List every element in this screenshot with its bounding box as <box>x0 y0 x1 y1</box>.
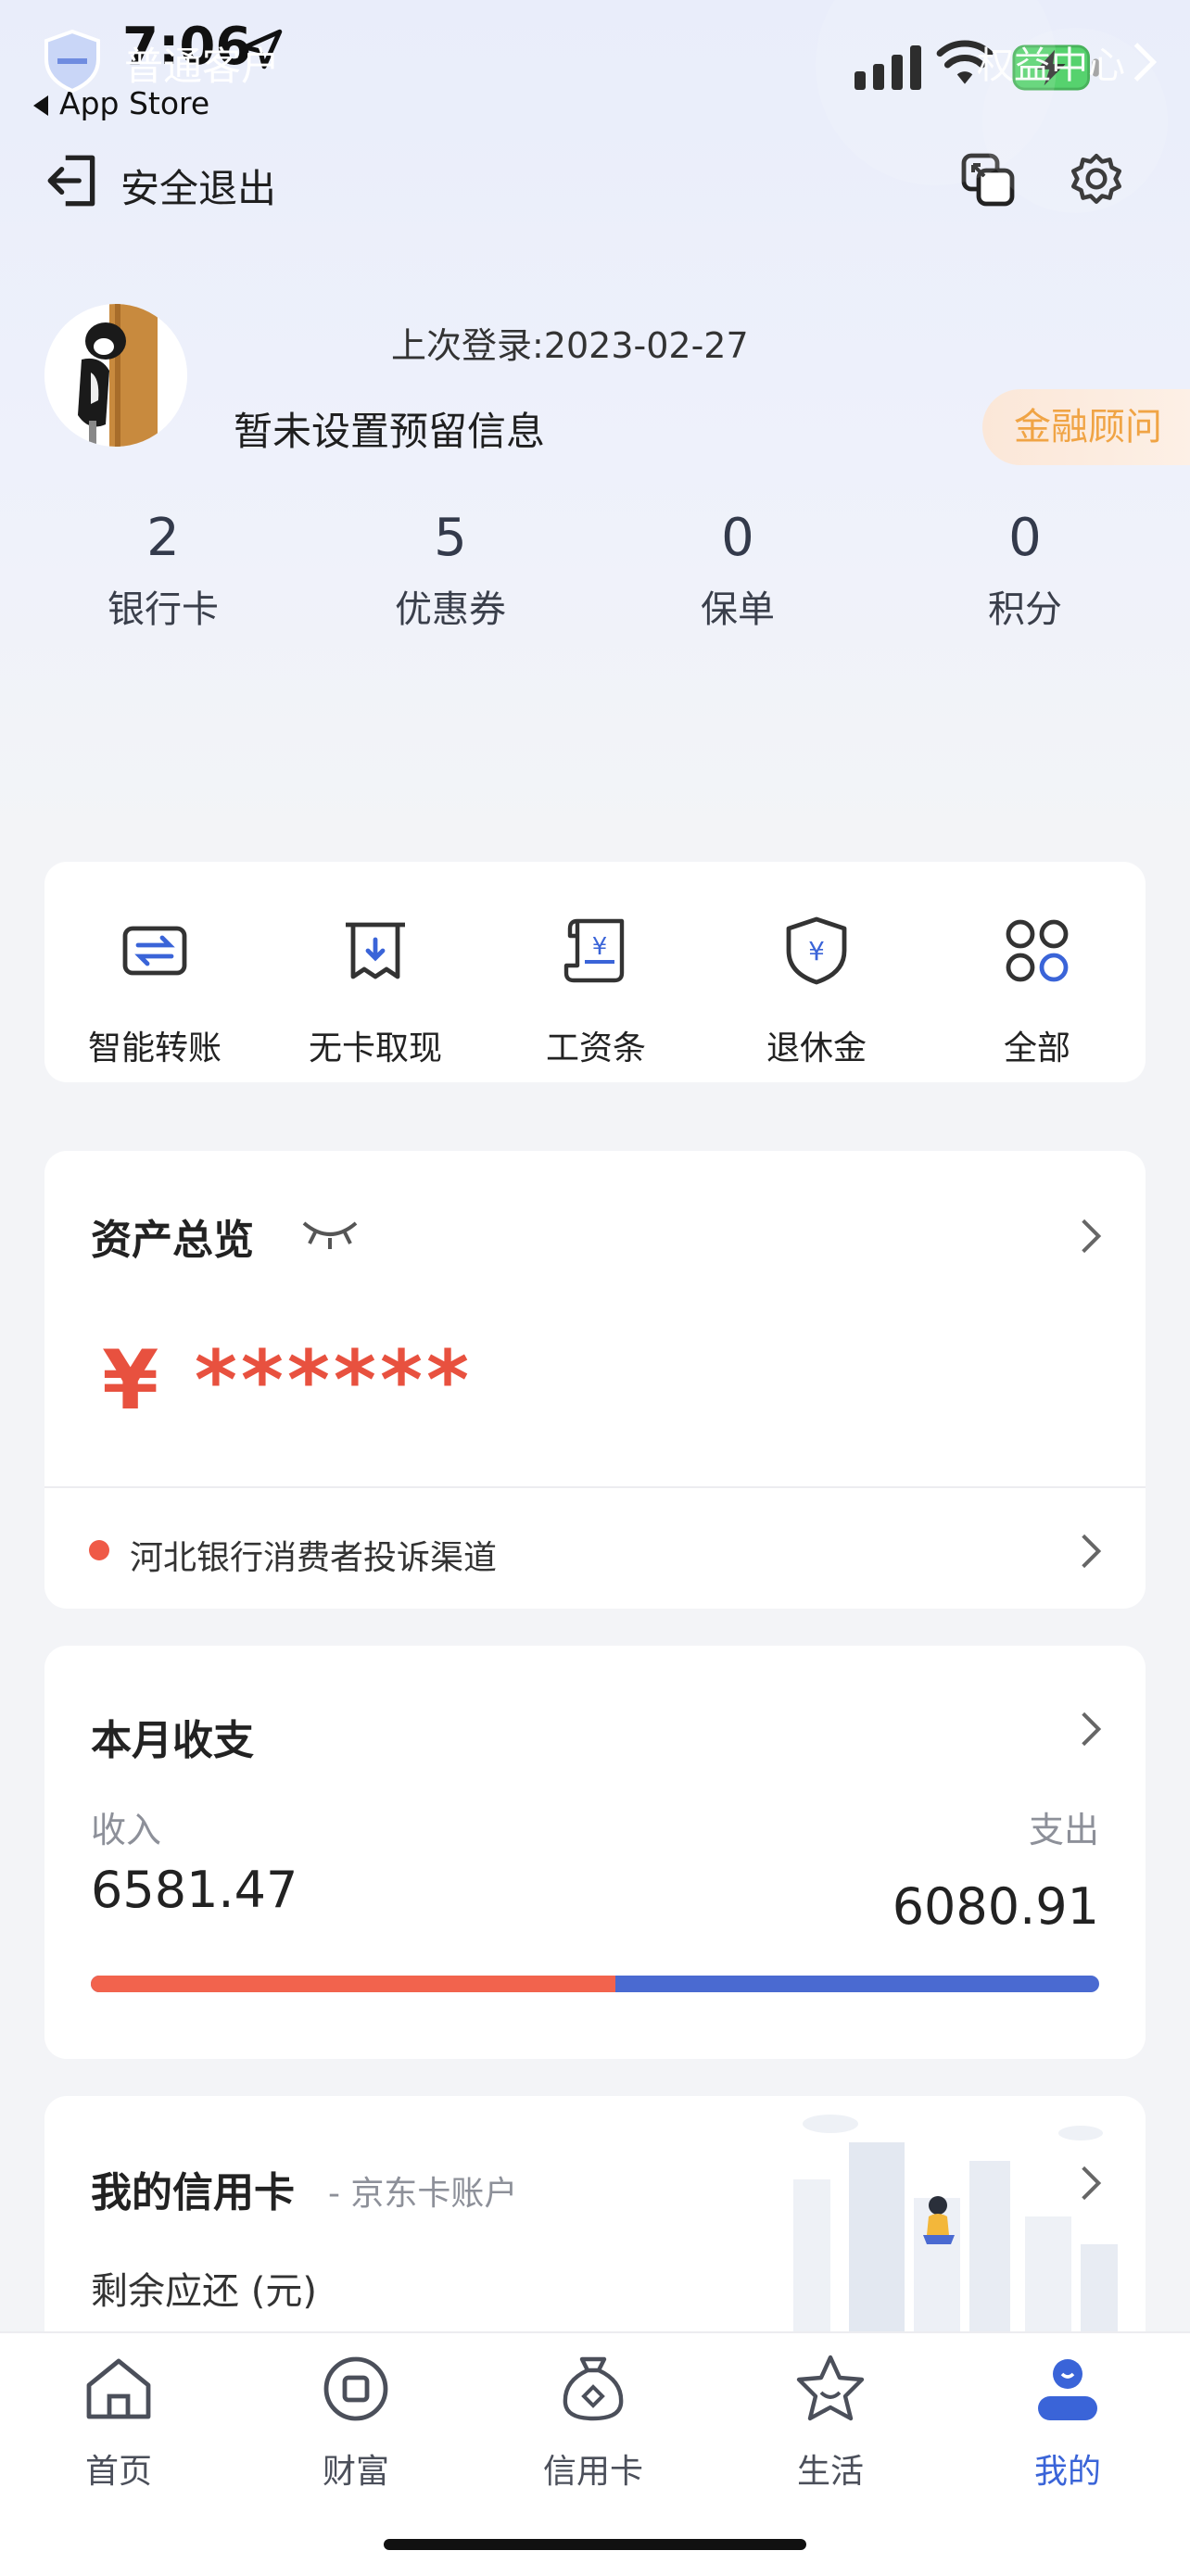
last-login-text: 上次登录:2023-02-27 <box>391 325 749 366</box>
logout-icon[interactable] <box>43 150 104 211</box>
stat-label: 优惠券 <box>395 588 506 631</box>
expense-value: 6080.91 <box>892 1877 1099 1936</box>
avatar[interactable] <box>44 304 187 447</box>
tab-label: 我的 <box>1033 2453 1101 2491</box>
home-indicator[interactable] <box>384 2539 806 2550</box>
tab-credit-card[interactable]: 信用卡 <box>475 2333 712 2519</box>
transfer-icon <box>122 926 187 976</box>
chevron-right-icon <box>1082 1219 1102 1254</box>
payslip-icon: ¥ <box>563 918 625 983</box>
quick-action-label: 智能转账 <box>87 1029 222 1067</box>
quick-action-all[interactable]: 全部 <box>927 862 1147 1082</box>
stat-coupons[interactable]: 5 优惠券 <box>339 508 562 633</box>
stat-value: 0 <box>1008 508 1042 568</box>
reserved-info-text[interactable]: 暂未设置预留信息 <box>234 400 545 457</box>
notice-dot <box>89 1540 109 1560</box>
tab-label: 生活 <box>796 2453 864 2491</box>
shield-icon <box>44 29 100 94</box>
rights-center-link[interactable]: 权益中心 <box>977 35 1125 89</box>
expense-label: 支出 <box>1028 1810 1099 1850</box>
tab-wealth[interactable]: 财富 <box>237 2333 475 2519</box>
star-icon <box>796 2355 865 2421</box>
quick-action-payslip[interactable]: ¥ 工资条 <box>486 862 706 1082</box>
svg-text:¥: ¥ <box>592 933 608 961</box>
tab-label: 信用卡 <box>542 2453 643 2491</box>
stat-label: 银行卡 <box>108 588 219 631</box>
tab-label: 首页 <box>84 2453 152 2491</box>
financial-advisor-button[interactable]: 金融顾问 <box>982 389 1190 465</box>
wealth-icon <box>323 2356 388 2421</box>
divider <box>44 1486 1146 1488</box>
stat-label: 积分 <box>988 588 1062 631</box>
eye-closed-icon[interactable] <box>300 1216 360 1253</box>
stat-label: 保单 <box>701 588 775 631</box>
logout-button[interactable]: 安全退出 <box>120 158 276 214</box>
chevron-right-icon <box>1082 2166 1102 2201</box>
home-icon <box>86 2358 151 2419</box>
stat-value: 0 <box>721 508 754 568</box>
assets-overview-card[interactable]: 资产总览 ¥ ****** 河北银行消费者投诉渠道 <box>44 1151 1146 1609</box>
stat-points[interactable]: 0 积分 <box>914 508 1136 633</box>
monthly-title: 本月收支 <box>91 1717 254 1764</box>
stat-bank-cards[interactable]: 2 银行卡 <box>52 508 274 633</box>
quick-action-label: 全部 <box>1003 1029 1070 1067</box>
stat-value: 5 <box>434 508 467 568</box>
quick-action-transfer[interactable]: 智能转账 <box>44 862 265 1082</box>
remaining-due-label: 剩余应还 (元) <box>91 2270 317 2313</box>
quick-action-cardless-cash[interactable]: 无卡取现 <box>265 862 486 1082</box>
total-assets-amount: ¥ ****** <box>102 1332 473 1428</box>
chevron-right-icon <box>1082 1534 1102 1569</box>
quick-action-label: 工资条 <box>545 1029 646 1067</box>
quick-action-label: 退休金 <box>766 1029 867 1067</box>
tab-mine[interactable]: 我的 <box>949 2333 1186 2519</box>
profile-icon <box>1038 2359 1097 2420</box>
credit-bag-icon <box>563 2356 624 2421</box>
stat-value: 2 <box>146 508 180 568</box>
monthly-income-expense-card[interactable]: 本月收支 收入 支出 6581.47 6080.91 <box>44 1646 1146 2059</box>
pension-icon: ¥ <box>786 916 847 985</box>
back-triangle-icon <box>33 95 48 116</box>
member-level-label: 普通客户 <box>124 44 281 89</box>
svg-text:¥: ¥ <box>808 936 825 966</box>
credit-card-title: 我的信用卡 <box>91 2169 295 2216</box>
complaint-channel-link[interactable]: 河北银行消费者投诉渠道 <box>130 1531 497 1579</box>
chevron-right-icon <box>1082 1711 1102 1747</box>
tab-home[interactable]: 首页 <box>0 2333 237 2519</box>
cardless-cash-icon <box>346 922 405 979</box>
stat-policies[interactable]: 0 保单 <box>627 508 849 633</box>
avatar-cat-image <box>44 304 187 447</box>
quick-action-label: 无卡取现 <box>308 1029 442 1067</box>
income-bar-segment <box>91 1976 615 1992</box>
income-label: 收入 <box>91 1810 162 1850</box>
credit-card-subtitle: - 京东卡账户 <box>328 2175 518 2213</box>
assets-title: 资产总览 <box>91 1217 254 1264</box>
tab-label: 财富 <box>322 2453 389 2491</box>
income-value: 6581.47 <box>91 1861 298 1919</box>
income-expense-bar <box>91 1976 1099 1992</box>
quick-action-pension[interactable]: ¥ 退休金 <box>706 862 927 1082</box>
all-apps-icon <box>1006 919 1069 982</box>
tab-life[interactable]: 生活 <box>712 2333 949 2519</box>
quick-actions: 智能转账 无卡取现 ¥ 工资条 ¥ 退休金 全部 <box>44 862 1146 1082</box>
